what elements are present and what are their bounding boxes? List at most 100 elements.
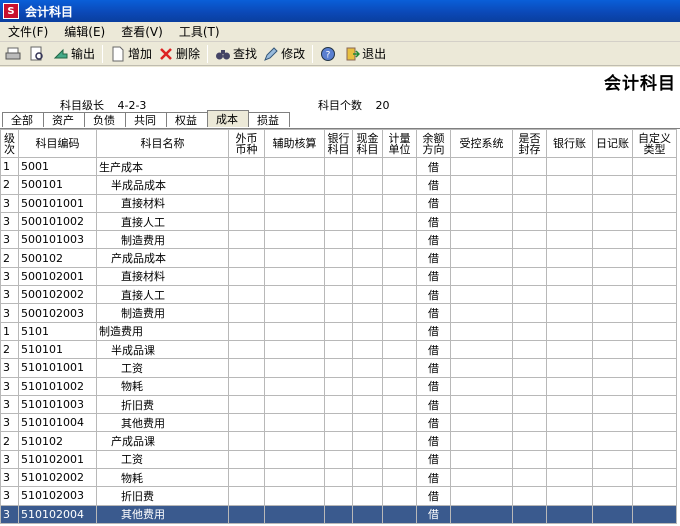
tab-assets[interactable]: 资产 — [43, 112, 85, 127]
empty-cell — [512, 211, 547, 232]
empty-cell — [228, 413, 265, 433]
empty-cell — [546, 431, 593, 451]
level-cell: 3 — [0, 504, 19, 524]
table-row[interactable]: 1 5001 生产成本 借 — [0, 156, 677, 177]
empty-cell — [546, 211, 593, 232]
exit-label: 退出 — [362, 47, 387, 61]
balance-direction-cell: 借 — [416, 358, 451, 378]
empty-cell — [632, 339, 677, 360]
empty-cell — [228, 303, 265, 323]
table-row[interactable]: 3 510102003 折旧费 借 — [0, 486, 677, 506]
table-row[interactable]: 3 510101001 工资 借 — [0, 358, 677, 378]
help-button[interactable]: ? — [317, 44, 341, 64]
table-row[interactable]: 3 510101003 折旧费 借 — [0, 394, 677, 415]
column-header[interactable]: 科目编码 — [18, 129, 97, 158]
add-button[interactable]: 增加 — [107, 44, 155, 64]
print-button[interactable] — [2, 44, 26, 64]
menu-tools[interactable]: 工具(T) — [171, 23, 228, 40]
tab-cost[interactable]: 成本 — [207, 110, 249, 127]
empty-cell — [382, 431, 417, 451]
table-row[interactable]: 1 5101 制造费用 借 — [0, 321, 677, 341]
table-row[interactable]: 3 500102001 直接材料 借 — [0, 266, 677, 287]
tab-all[interactable]: 全部 — [2, 112, 44, 127]
column-header[interactable]: 科目名称 — [96, 129, 229, 158]
empty-cell — [546, 230, 593, 250]
account-code-cell: 510101002 — [18, 376, 97, 396]
empty-cell — [592, 211, 633, 232]
empty-cell — [264, 486, 325, 506]
empty-cell — [352, 303, 383, 323]
menu-bar: 文件(F) 编辑(E) 查看(V) 工具(T) — [0, 22, 680, 42]
column-header[interactable]: 日记账 — [592, 129, 633, 158]
empty-cell — [450, 266, 513, 287]
column-header[interactable]: 是否封存 — [512, 129, 547, 158]
column-header[interactable]: 银行科目 — [324, 129, 353, 158]
empty-cell — [324, 193, 353, 213]
account-code-cell: 510102002 — [18, 468, 97, 488]
table-row[interactable]: 2 510101 半成品课 借 — [0, 339, 677, 360]
column-header[interactable]: 自定义类型 — [632, 129, 677, 158]
tab-common[interactable]: 共同 — [125, 112, 167, 127]
delete-button[interactable]: 删除 — [155, 44, 203, 64]
tab-profit-loss[interactable]: 损益 — [248, 112, 290, 127]
preview-button[interactable] — [26, 44, 50, 64]
table-row[interactable]: 3 510102004 其他费用 借 — [0, 504, 677, 524]
table-row[interactable]: 3 510102002 物耗 借 — [0, 468, 677, 488]
account-code-cell: 500101002 — [18, 211, 97, 232]
accounts-grid[interactable]: 级次 科目编码 科目名称 外币币种 辅助核算 银行科目 现金科目 计量单位 余额方向 受控系统 是否… — [0, 128, 680, 526]
menu-file[interactable]: 文件(F) — [0, 23, 56, 40]
column-header[interactable]: 余额方向 — [416, 129, 451, 158]
empty-cell — [264, 449, 325, 470]
empty-cell — [546, 156, 593, 177]
find-button[interactable]: 查找 — [212, 44, 260, 64]
table-row[interactable]: 3 500102003 制造费用 借 — [0, 303, 677, 323]
table-row[interactable]: 2 500101 半成品成本 借 — [0, 175, 677, 195]
empty-cell — [324, 449, 353, 470]
account-count-label: 科目个数 — [318, 99, 362, 112]
menu-view[interactable]: 查看(V) — [113, 23, 171, 40]
column-header[interactable]: 受控系统 — [450, 129, 513, 158]
tab-liabilities[interactable]: 负债 — [84, 112, 126, 127]
table-row[interactable]: 3 500101002 直接人工 借 — [0, 211, 677, 232]
table-row[interactable]: 3 500101001 直接材料 借 — [0, 193, 677, 213]
table-row[interactable]: 3 510101002 物耗 借 — [0, 376, 677, 396]
account-code-cell: 510101004 — [18, 413, 97, 433]
account-name-cell: 直接人工 — [96, 285, 229, 305]
table-row[interactable]: 3 510101004 其他费用 借 — [0, 413, 677, 433]
table-row[interactable]: 2 500102 产成品成本 借 — [0, 248, 677, 268]
empty-cell — [592, 376, 633, 396]
account-code-cell: 510102 — [18, 431, 97, 451]
account-code-cell: 500102001 — [18, 266, 97, 287]
table-row[interactable]: 3 500101003 制造费用 借 — [0, 230, 677, 250]
column-header[interactable]: 外币币种 — [228, 129, 265, 158]
empty-cell — [324, 321, 353, 341]
table-row[interactable]: 2 510102 产成品课 借 — [0, 431, 677, 451]
column-header[interactable]: 计量单位 — [382, 129, 417, 158]
modify-button[interactable]: 修改 — [260, 44, 308, 64]
empty-cell — [382, 156, 417, 177]
column-header[interactable]: 现金科目 — [352, 129, 383, 158]
menu-edit[interactable]: 编辑(E) — [56, 23, 113, 40]
empty-cell — [546, 266, 593, 287]
empty-cell — [352, 358, 383, 378]
empty-cell — [450, 358, 513, 378]
column-header[interactable]: 银行账 — [546, 129, 593, 158]
table-row[interactable]: 3 500102002 直接人工 借 — [0, 285, 677, 305]
column-header[interactable]: 辅助核算 — [264, 129, 325, 158]
tab-equity[interactable]: 权益 — [166, 112, 208, 127]
balance-direction-cell: 借 — [416, 285, 451, 305]
table-row[interactable]: 3 510102001 工资 借 — [0, 449, 677, 470]
balance-direction-cell: 借 — [416, 230, 451, 250]
account-code-cell: 510102004 — [18, 504, 97, 524]
empty-cell — [546, 285, 593, 305]
empty-cell — [324, 285, 353, 305]
column-header[interactable]: 级次 — [0, 129, 19, 158]
account-name-cell: 其他费用 — [96, 413, 229, 433]
empty-cell — [450, 248, 513, 268]
output-button[interactable]: 输出 — [50, 44, 98, 64]
empty-cell — [512, 303, 547, 323]
balance-direction-cell: 借 — [416, 193, 451, 213]
account-code-cell: 500101003 — [18, 230, 97, 250]
delete-label: 删除 — [176, 47, 201, 61]
exit-button[interactable]: 退出 — [341, 44, 389, 64]
